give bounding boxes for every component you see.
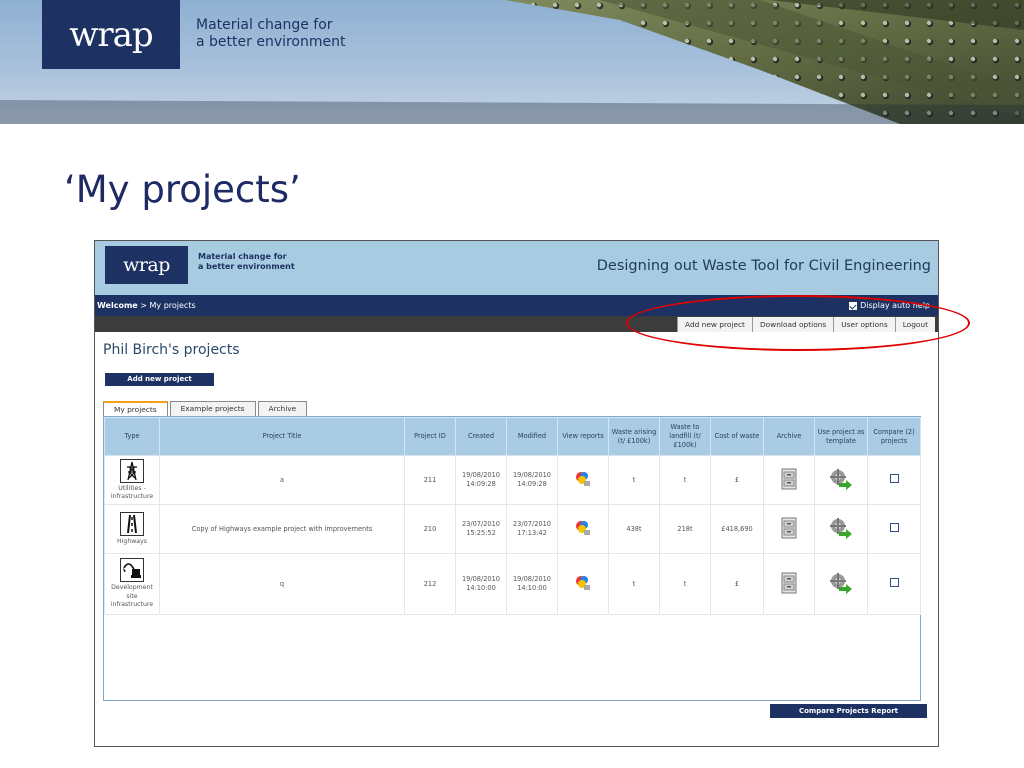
breadcrumb-welcome[interactable]: Welcome [97, 301, 138, 310]
created-cell: 19/08/2010 14:10:00 [455, 553, 507, 615]
created-cell: 19/08/2010 14:09:28 [455, 455, 507, 505]
compare-cell[interactable] [867, 455, 921, 505]
template-copy-icon[interactable] [828, 572, 854, 594]
use-template-cell[interactable] [814, 553, 868, 615]
app-header: wrap Material change for a better enviro… [95, 241, 938, 295]
tab-archive[interactable]: Archive [257, 401, 308, 416]
project-id-cell: 210 [404, 504, 456, 554]
type-label: Utilities - Infrastructure [110, 484, 154, 501]
project-tabs: My projects Example projects Archive [103, 401, 309, 416]
slide-title: ‘My projects’ [64, 168, 301, 211]
waste-arising-cell: 438t [608, 504, 660, 554]
modified-cell: 19/08/2010 14:09:28 [506, 455, 558, 505]
view-reports-cell[interactable] [557, 455, 609, 505]
projects-table-frame: Type Project Title Project ID Created Mo… [103, 416, 921, 701]
compare-cell[interactable] [867, 504, 921, 554]
cost-cell: £ [710, 455, 764, 505]
compare-checkbox[interactable] [889, 523, 899, 532]
project-title-cell[interactable]: q [159, 553, 405, 615]
tab-example-projects[interactable]: Example projects [169, 401, 256, 416]
project-id-cell: 211 [404, 455, 456, 505]
archive-cell[interactable] [763, 553, 815, 615]
modified-cell: 19/08/2010 14:10:00 [506, 553, 558, 615]
view-reports-icon[interactable] [574, 470, 592, 488]
page-heading: Phil Birch's projects [103, 342, 240, 358]
archive-cabinet-icon[interactable] [781, 517, 797, 539]
col-cost-of-waste: Cost of waste [710, 417, 764, 456]
project-title-cell[interactable]: a [159, 455, 405, 505]
archive-cell[interactable] [763, 504, 815, 554]
table-row[interactable]: Development site infrastructure q 212 19… [104, 553, 921, 615]
col-view-reports: View reports [557, 417, 609, 456]
view-reports-icon[interactable] [574, 519, 592, 537]
col-project-id: Project ID [404, 417, 456, 456]
waste-landfill-cell: t [659, 455, 711, 505]
view-reports-cell[interactable] [557, 504, 609, 554]
cost-cell: £418,690 [710, 504, 764, 554]
archive-cell[interactable] [763, 455, 815, 505]
app-logo[interactable]: wrap [105, 246, 188, 284]
breadcrumb: Welcome > My projects [97, 301, 196, 310]
compare-checkbox[interactable] [889, 578, 899, 587]
waste-landfill-cell: 218t [659, 504, 711, 554]
modified-cell: 23/07/2010 17:13:42 [506, 504, 558, 554]
slide-logo-text: wrap [69, 14, 153, 55]
app-title: Designing out Waste Tool for Civil Engin… [596, 258, 931, 274]
created-cell: 23/07/2010 15:25:52 [455, 504, 507, 554]
projects-table: Type Project Title Project ID Created Mo… [104, 417, 921, 615]
use-template-cell[interactable] [814, 504, 868, 554]
annotation-ellipse [626, 295, 970, 351]
cost-cell: £ [710, 553, 764, 615]
slide-tagline-line1: Material change for [196, 17, 333, 33]
table-row[interactable]: Highways Copy of Highways example projec… [104, 504, 921, 554]
template-copy-icon[interactable] [828, 517, 854, 539]
type-label: Development site infrastructure [110, 584, 154, 609]
waste-arising-cell: t [608, 553, 660, 615]
compare-checkbox[interactable] [889, 474, 899, 483]
col-modified: Modified [506, 417, 558, 456]
waste-arising-cell: t [608, 455, 660, 505]
excavator-icon [120, 558, 144, 583]
col-use-template: Use project as template [814, 417, 868, 456]
compare-projects-report-button[interactable]: Compare Projects Report [770, 704, 927, 718]
archive-cabinet-icon[interactable] [781, 572, 797, 594]
type-cell: Development site infrastructure [104, 553, 160, 615]
app-tagline-line1: Material change for [198, 252, 287, 261]
col-created: Created [455, 417, 507, 456]
table-row[interactable]: Utilities - Infrastructure a 211 19/08/2… [104, 455, 921, 505]
view-reports-cell[interactable] [557, 553, 609, 615]
use-template-cell[interactable] [814, 455, 868, 505]
compare-cell[interactable] [867, 553, 921, 615]
app-logo-text: wrap [123, 253, 170, 276]
slide-banner: wrap Material change for a better enviro… [0, 0, 1024, 124]
app-tagline: Material change for a better environment [198, 252, 295, 272]
col-waste-landfill: Waste to landfill (t/ £100k) [659, 417, 711, 456]
highway-icon [120, 511, 144, 536]
col-type: Type [104, 417, 160, 456]
view-reports-icon[interactable] [574, 574, 592, 592]
slide-tagline-line2: a better environment [196, 34, 346, 50]
tab-my-projects[interactable]: My projects [103, 401, 168, 416]
slide-logo: wrap [42, 0, 180, 69]
type-cell: Highways [104, 504, 160, 554]
type-cell: Utilities - Infrastructure [104, 455, 160, 505]
add-new-project-button[interactable]: Add new project [105, 373, 214, 386]
project-id-cell: 212 [404, 553, 456, 615]
table-header-row: Type Project Title Project ID Created Mo… [104, 417, 921, 456]
slide-tagline: Material change for a better environment [196, 17, 346, 51]
col-compare: Compare (2) projects [867, 417, 921, 456]
breadcrumb-current: My projects [149, 301, 196, 310]
archive-cabinet-icon[interactable] [781, 468, 797, 490]
col-archive: Archive [763, 417, 815, 456]
pylon-icon [120, 458, 144, 483]
breadcrumb-separator: > [140, 301, 147, 310]
project-title-cell[interactable]: Copy of Highways example project with im… [159, 504, 405, 554]
col-waste-arising: Waste arising (t/ £100k) [608, 417, 660, 456]
app-tagline-line2: a better environment [198, 262, 295, 271]
col-project-title: Project Title [159, 417, 405, 456]
type-label: Highways [117, 537, 147, 545]
template-copy-icon[interactable] [828, 468, 854, 490]
waste-landfill-cell: t [659, 553, 711, 615]
